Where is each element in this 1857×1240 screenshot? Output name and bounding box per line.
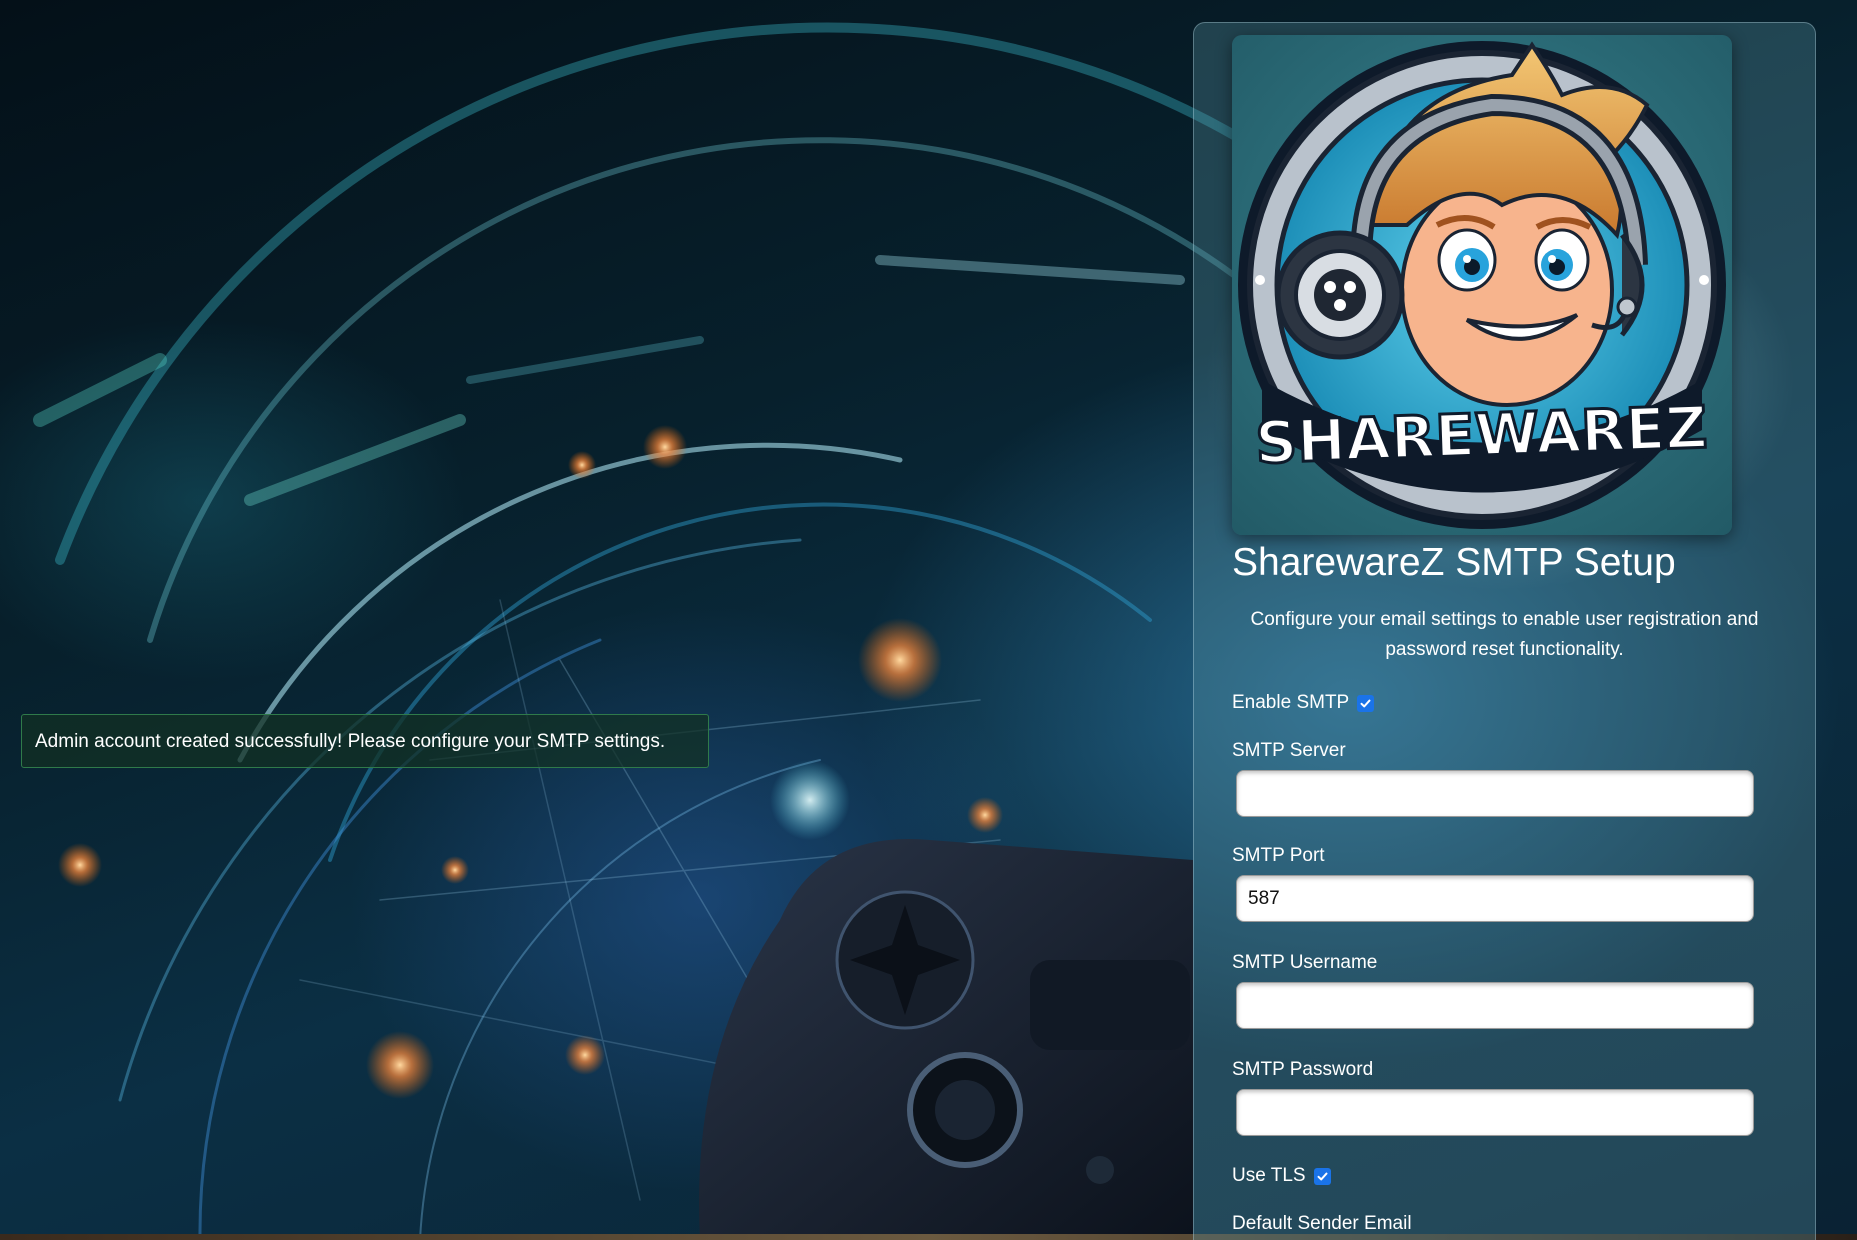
smtp-server-label: SMTP Server — [1232, 740, 1346, 761]
page-title: SharewareZ SMTP Setup — [1232, 541, 1676, 584]
gamepad-artwork — [699, 839, 1193, 1240]
default-sender-email-label: Default Sender Email — [1232, 1213, 1412, 1234]
use-tls-row: Use TLS — [1232, 1164, 1777, 1188]
smtp-username-input[interactable] — [1236, 982, 1754, 1029]
smtp-password-label: SMTP Password — [1232, 1059, 1374, 1080]
smtp-setup-panel: SHAREWAREZ SharewareZ SMTP Setup Configu… — [1193, 22, 1816, 1240]
page-background: Admin account created successfully! Plea… — [0, 0, 1857, 1240]
use-tls-label: Use TLS — [1232, 1165, 1306, 1186]
smtp-username-label: SMTP Username — [1232, 952, 1378, 973]
sharewarez-logo: SHAREWAREZ — [1232, 35, 1732, 535]
smtp-port-input[interactable] — [1236, 875, 1754, 922]
smtp-password-input[interactable] — [1236, 1089, 1754, 1136]
smtp-port-label: SMTP Port — [1232, 845, 1325, 866]
success-flash-message: Admin account created successfully! Plea… — [21, 714, 709, 768]
checkmark-icon — [1317, 1172, 1328, 1180]
smtp-server-input[interactable] — [1236, 770, 1754, 817]
enable-smtp-label: Enable SMTP — [1232, 692, 1350, 713]
checkmark-icon — [1360, 699, 1371, 707]
enable-smtp-checkbox[interactable] — [1357, 694, 1375, 712]
enable-smtp-row: Enable SMTP — [1232, 691, 1777, 715]
smtp-port-group: SMTP Port — [1232, 844, 1777, 922]
use-tls-checkbox[interactable] — [1313, 1167, 1331, 1185]
smtp-password-group: SMTP Password — [1232, 1058, 1777, 1136]
smtp-username-group: SMTP Username — [1232, 951, 1777, 1029]
setup-description: Configure your email settings to enable … — [1250, 609, 1759, 660]
smtp-server-group: SMTP Server — [1232, 739, 1777, 817]
